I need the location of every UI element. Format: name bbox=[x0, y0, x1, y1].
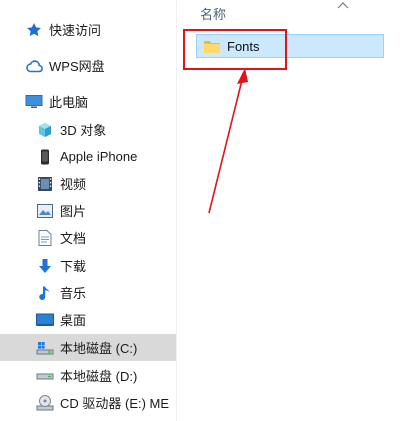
annotation-arrow bbox=[208, 68, 248, 214]
